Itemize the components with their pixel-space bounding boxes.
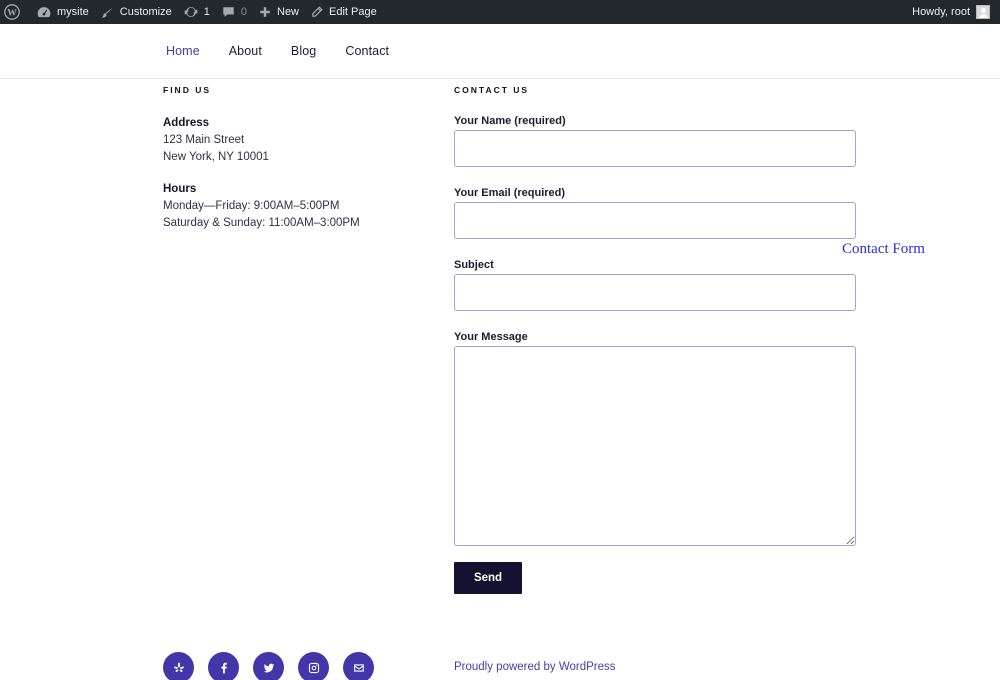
- hours-heading: Hours: [163, 183, 197, 195]
- hours-weekend: Saturday & Sunday: 11:00AM–3:00PM: [163, 217, 360, 229]
- site-header: Home About Blog Contact: [0, 24, 1000, 79]
- envelope-icon: [353, 663, 364, 672]
- nav-item-contact[interactable]: Contact: [345, 44, 389, 58]
- wordpress-logo-menu[interactable]: W: [0, 0, 31, 24]
- plus-icon: [259, 6, 271, 18]
- primary-menu: Home About Blog Contact: [166, 44, 418, 58]
- name-label: Your Name (required): [454, 115, 566, 127]
- paintbrush-icon: [101, 6, 114, 19]
- customize-link[interactable]: Customize: [95, 0, 178, 24]
- name-input[interactable]: [454, 130, 856, 167]
- subject-label: Subject: [454, 259, 494, 271]
- howdy-text: Howdy, root: [912, 6, 970, 18]
- new-content-menu[interactable]: New: [253, 0, 305, 24]
- contact-us-title: Contact Us: [454, 85, 530, 95]
- wordpress-icon: W: [4, 4, 20, 20]
- updates-icon: [184, 5, 198, 19]
- nav-item-blog[interactable]: Blog: [291, 44, 316, 58]
- address-line-2: New York, NY 10001: [163, 151, 269, 163]
- twitter-link[interactable]: [253, 652, 284, 680]
- yelp-link[interactable]: [163, 652, 194, 680]
- contact-form: Your Name (required) Your Email (require…: [454, 115, 856, 594]
- twitter-icon: [263, 663, 274, 672]
- edit-page-link[interactable]: Edit Page: [305, 0, 383, 24]
- new-label: New: [277, 6, 300, 18]
- customize-label: Customize: [119, 6, 172, 18]
- facebook-link[interactable]: [208, 652, 239, 680]
- subject-input[interactable]: [454, 274, 856, 311]
- social-links: [163, 652, 388, 680]
- powered-by-link[interactable]: Proudly powered by WordPress: [454, 661, 616, 673]
- email-label: Your Email (required): [454, 187, 566, 199]
- nav-item-home[interactable]: Home: [166, 44, 200, 58]
- contact-us-widget: Contact Us Your Name (required) Your Ema…: [454, 85, 856, 594]
- edit-page-label: Edit Page: [329, 6, 377, 18]
- admin-bar: W mysite Customize 1 0 New Edit Page How…: [0, 0, 1000, 24]
- site-name: mysite: [57, 6, 89, 18]
- site-name-menu[interactable]: mysite: [31, 0, 95, 24]
- comments-link[interactable]: 0: [216, 0, 253, 24]
- hours-weekday: Monday—Friday: 9:00AM–5:00PM: [163, 200, 340, 212]
- address-block: Address 123 Main Street New York, NY 100…: [163, 115, 423, 166]
- facebook-icon: [220, 662, 227, 673]
- email-link[interactable]: [343, 652, 374, 680]
- send-button[interactable]: Send: [454, 562, 522, 594]
- find-us-title: Find Us: [163, 85, 211, 95]
- instagram-link[interactable]: [298, 652, 329, 680]
- yelp-icon: [173, 662, 184, 672]
- avatar: [976, 5, 990, 19]
- updates-count: 1: [203, 6, 210, 18]
- my-account-menu[interactable]: Howdy, root: [906, 0, 1000, 24]
- address-line-1: 123 Main Street: [163, 134, 245, 146]
- dashboard-icon: [37, 6, 51, 18]
- email-input[interactable]: [454, 202, 856, 239]
- comment-icon: [222, 6, 235, 19]
- find-us-widget: Find Us Address 123 Main Street New York…: [163, 85, 423, 232]
- contact-form-annotation: Contact Form: [842, 241, 925, 257]
- comments-count: 0: [240, 6, 247, 18]
- message-label: Your Message: [454, 331, 528, 343]
- svg-text:W: W: [7, 7, 17, 18]
- hours-block: Hours Monday—Friday: 9:00AM–5:00PM Satur…: [163, 181, 423, 232]
- nav-item-about[interactable]: About: [229, 44, 262, 58]
- address-heading: Address: [163, 117, 210, 129]
- message-textarea[interactable]: [454, 346, 856, 546]
- pencil-icon: [311, 6, 323, 18]
- instagram-icon: [308, 662, 319, 673]
- updates-link[interactable]: 1: [178, 0, 216, 24]
